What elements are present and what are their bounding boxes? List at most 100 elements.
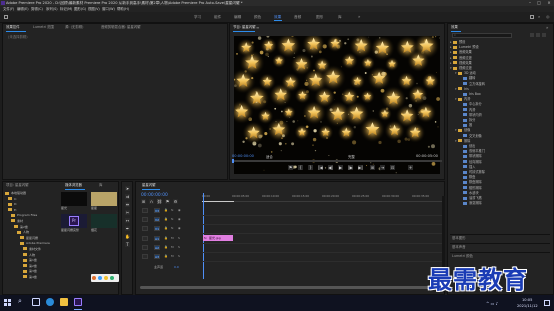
mark-out-button[interactable]: }: [308, 165, 313, 170]
add-marker-button[interactable]: ⚑: [288, 165, 293, 170]
32bit-effects-icon[interactable]: [536, 33, 540, 37]
zoom-select[interactable]: 适合: [266, 154, 273, 159]
source-patch-button[interactable]: [142, 245, 148, 250]
audio-track-header[interactable]: A3 🔒 M S: [140, 253, 202, 261]
essential-sound-section[interactable]: 基本声音: [450, 243, 550, 252]
app-icon[interactable]: [104, 276, 108, 280]
playhead-indicator[interactable]: [232, 159, 234, 163]
workspace-learn[interactable]: 学习: [194, 12, 201, 22]
source-patch-button[interactable]: [142, 254, 148, 259]
track-target-button[interactable]: A2: [154, 245, 160, 250]
source-patch-button[interactable]: [142, 217, 148, 222]
pen-tool-icon[interactable]: ✒: [125, 226, 130, 231]
lock-icon[interactable]: 🔒: [164, 245, 168, 249]
track-target-button[interactable]: A1: [154, 236, 160, 241]
lock-icon[interactable]: 🔒: [164, 236, 168, 240]
track-lane-v2[interactable]: [202, 216, 442, 225]
premiere-taskbar-icon[interactable]: [74, 298, 82, 306]
lock-icon[interactable]: 🔒: [164, 226, 168, 230]
workspace-assembly[interactable]: 组件: [214, 12, 221, 22]
razor-tool-icon[interactable]: ✂: [125, 210, 130, 215]
linked-selection-icon[interactable]: ⛓: [157, 199, 162, 204]
button-editor-button[interactable]: +: [408, 165, 413, 170]
source-patch-button[interactable]: [142, 208, 148, 213]
play-button[interactable]: ▶: [338, 165, 343, 170]
ripple-edit-tool-icon[interactable]: ⇹: [125, 202, 130, 207]
export-frame-button[interactable]: ⊡: [390, 165, 395, 170]
folder-tree-item[interactable]: 第4章: [5, 275, 59, 281]
solo-icon[interactable]: S: [178, 245, 180, 249]
eye-icon[interactable]: ◉: [178, 208, 181, 212]
task-view-icon[interactable]: [32, 298, 40, 306]
file-explorer-icon[interactable]: [60, 298, 68, 306]
work-area-bar[interactable]: [202, 201, 234, 202]
sync-lock-icon[interactable]: ⇆: [171, 217, 174, 221]
track-lane-v3[interactable]: [202, 207, 442, 216]
step-back-button[interactable]: ◀|: [328, 165, 333, 170]
home-icon[interactable]: [4, 15, 8, 19]
video-track-header[interactable]: V2 🔒 ⇆ ◉: [140, 216, 202, 224]
tab-media-browser[interactable]: 媒体浏览器: [65, 182, 82, 189]
time-ruler[interactable]: 00:00 00:00:05:00 00:00:10:00 00:00:15:00 00…: [202, 193, 442, 202]
source-patch-button[interactable]: [142, 226, 148, 231]
tab-effect-controls[interactable]: 效果控件: [6, 24, 20, 31]
tab-lumetri-scopes[interactable]: Lumetri 范围: [33, 24, 54, 31]
media-thumbnail[interactable]: 星星: [91, 192, 117, 210]
panel-menu-icon[interactable]: »: [546, 24, 548, 31]
workspace-color[interactable]: 颜色: [254, 12, 261, 22]
track-lane-a3[interactable]: [202, 253, 442, 262]
tab-project[interactable]: 项目: 星星闪耀: [6, 182, 29, 189]
panel-menu-icon[interactable]: ≡: [256, 24, 259, 31]
video-clip[interactable]: fx 星光.jpg: [203, 235, 233, 241]
eye-icon[interactable]: ◉: [178, 226, 181, 230]
snap-icon[interactable]: ∩: [149, 199, 154, 204]
app-icon[interactable]: [92, 276, 96, 280]
track-target-button[interactable]: V2: [154, 217, 160, 222]
tab-effects[interactable]: 效果: [451, 24, 458, 31]
solo-icon[interactable]: S: [178, 254, 180, 258]
search-icon[interactable]: ⌕: [538, 12, 540, 22]
program-timecode[interactable]: 00:00:00:00: [232, 154, 254, 158]
media-thumbnail[interactable]: Pr 星星闪耀完整: [61, 214, 87, 232]
settings-icon[interactable]: ⚙: [173, 199, 178, 204]
timeline-timecode[interactable]: 00:00:00:00: [141, 193, 168, 198]
accelerated-effects-icon[interactable]: [530, 33, 534, 37]
mute-icon[interactable]: M: [171, 245, 174, 249]
effect-item[interactable]: 渐变擦除: [450, 201, 546, 206]
go-to-in-button[interactable]: |◀: [318, 165, 323, 170]
track-select-tool-icon[interactable]: ⇉: [125, 194, 130, 199]
tab-source[interactable]: 源: (无剪辑): [65, 24, 83, 31]
sync-lock-icon[interactable]: ⇆: [171, 226, 174, 230]
media-thumbnail[interactable]: 星光: [61, 192, 87, 210]
selection-tool-icon[interactable]: ➤: [125, 186, 130, 191]
slip-tool-icon[interactable]: ↔: [125, 218, 130, 223]
go-to-out-button[interactable]: ▶|: [358, 165, 363, 170]
workspace-audio[interactable]: 音频: [294, 12, 301, 22]
audio-track-header[interactable]: A1 🔒 M S: [140, 235, 202, 243]
add-marker-icon[interactable]: ⚑: [165, 199, 170, 204]
notifications-icon[interactable]: ◎: [546, 12, 550, 22]
video-track-header[interactable]: V3 🔒 ⇆ ◉: [140, 207, 202, 215]
notification-center-icon[interactable]: [544, 300, 550, 306]
effects-search-input[interactable]: ⌕: [452, 33, 512, 38]
lock-icon[interactable]: 🔒: [164, 208, 168, 212]
extract-button[interactable]: ⇥: [380, 165, 385, 170]
track-target-button[interactable]: V1: [154, 226, 160, 231]
track-lane-v1[interactable]: [202, 225, 442, 234]
track-target-button[interactable]: V3: [154, 208, 160, 213]
quality-select[interactable]: 完整: [348, 154, 355, 159]
media-thumbnail[interactable]: 烟花: [91, 214, 117, 232]
lock-icon[interactable]: 🔒: [164, 254, 168, 258]
essential-graphics-section[interactable]: 基本图形: [450, 234, 550, 243]
app-icon[interactable]: [98, 276, 102, 280]
lock-icon[interactable]: 🔒: [164, 217, 168, 221]
workspace-graphics[interactable]: 图形: [316, 12, 323, 22]
timeline-scrollbar[interactable]: [140, 286, 440, 289]
mark-in-button[interactable]: {: [298, 165, 303, 170]
quick-export-icon[interactable]: [530, 15, 534, 19]
track-target-button[interactable]: A3: [154, 254, 160, 259]
tab-audio-clip-mixer[interactable]: 音频剪辑混合器: 星星闪耀: [101, 24, 141, 31]
tab-program[interactable]: 节目: 星星闪耀: [233, 24, 256, 31]
video-track-header[interactable]: V1 🔒 ⇆ ◉: [140, 225, 202, 233]
playhead-bar[interactable]: [232, 160, 442, 162]
